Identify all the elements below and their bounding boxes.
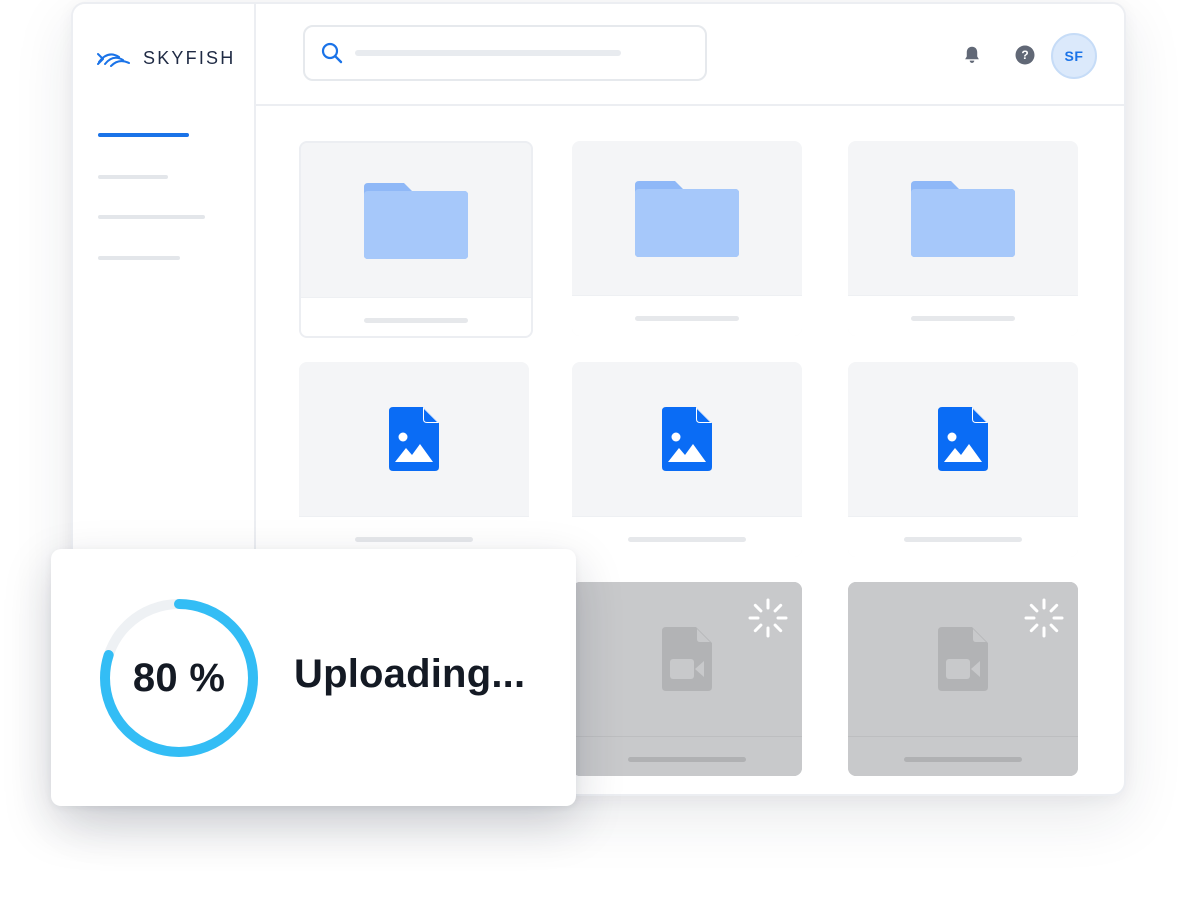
top-bar: ? SF <box>256 4 1124 106</box>
card-footer <box>572 736 802 776</box>
card-thumbnail <box>848 362 1078 516</box>
svg-text:?: ? <box>1021 48 1028 62</box>
video-file-card[interactable] <box>848 582 1078 776</box>
image-file-icon <box>389 407 439 471</box>
brand-name: SKYFISH <box>143 48 236 68</box>
card-footer <box>301 297 531 336</box>
loading-spinner-icon <box>748 598 788 638</box>
upload-percentage: 80 % <box>132 655 226 700</box>
folder-card[interactable] <box>299 141 533 338</box>
upload-status-label: Uploading... <box>294 652 526 696</box>
skyfish-logo-icon <box>97 52 130 67</box>
card-name-placeholder <box>911 316 1015 321</box>
card-footer <box>848 516 1078 557</box>
image-file-card[interactable] <box>572 362 802 557</box>
image-file-icon <box>938 407 988 471</box>
search-icon <box>321 42 343 64</box>
card-name-placeholder <box>904 757 1022 762</box>
upload-progress-panel: 80 % Uploading... <box>51 549 576 806</box>
video-file-icon <box>662 627 712 691</box>
card-name-placeholder <box>628 537 746 542</box>
loading-spinner-icon <box>1024 598 1064 638</box>
folder-icon <box>911 181 1015 257</box>
video-file-icon <box>938 627 988 691</box>
brand-logo[interactable]: SKYFISH <box>97 48 235 69</box>
card-name-placeholder <box>628 757 746 762</box>
help-icon[interactable]: ? <box>1015 45 1035 65</box>
card-footer <box>572 295 802 336</box>
card-name-placeholder <box>355 537 473 542</box>
card-thumbnail <box>301 143 531 297</box>
card-name-placeholder <box>635 316 739 321</box>
card-thumbnail <box>299 362 529 516</box>
card-name-placeholder <box>904 537 1022 542</box>
bell-icon[interactable] <box>961 44 983 66</box>
card-footer <box>848 295 1078 336</box>
card-thumbnail <box>572 362 802 516</box>
video-file-card[interactable] <box>572 582 802 776</box>
avatar[interactable]: SF <box>1051 33 1097 79</box>
folder-card[interactable] <box>848 141 1078 336</box>
card-name-placeholder <box>364 318 468 323</box>
card-thumbnail <box>572 141 802 295</box>
image-file-icon <box>662 407 712 471</box>
card-thumbnail <box>848 141 1078 295</box>
image-file-card[interactable] <box>848 362 1078 557</box>
sidebar-item-3[interactable] <box>98 215 205 219</box>
folder-icon <box>364 183 468 259</box>
image-file-card[interactable] <box>299 362 529 557</box>
sidebar-item-1[interactable] <box>98 133 189 137</box>
folder-icon <box>635 181 739 257</box>
card-footer <box>572 516 802 557</box>
search-box[interactable] <box>303 25 707 81</box>
card-footer <box>848 736 1078 776</box>
search-input[interactable] <box>353 41 687 65</box>
sidebar-item-2[interactable] <box>98 175 168 179</box>
sidebar-item-4[interactable] <box>98 256 180 260</box>
folder-card[interactable] <box>572 141 802 336</box>
